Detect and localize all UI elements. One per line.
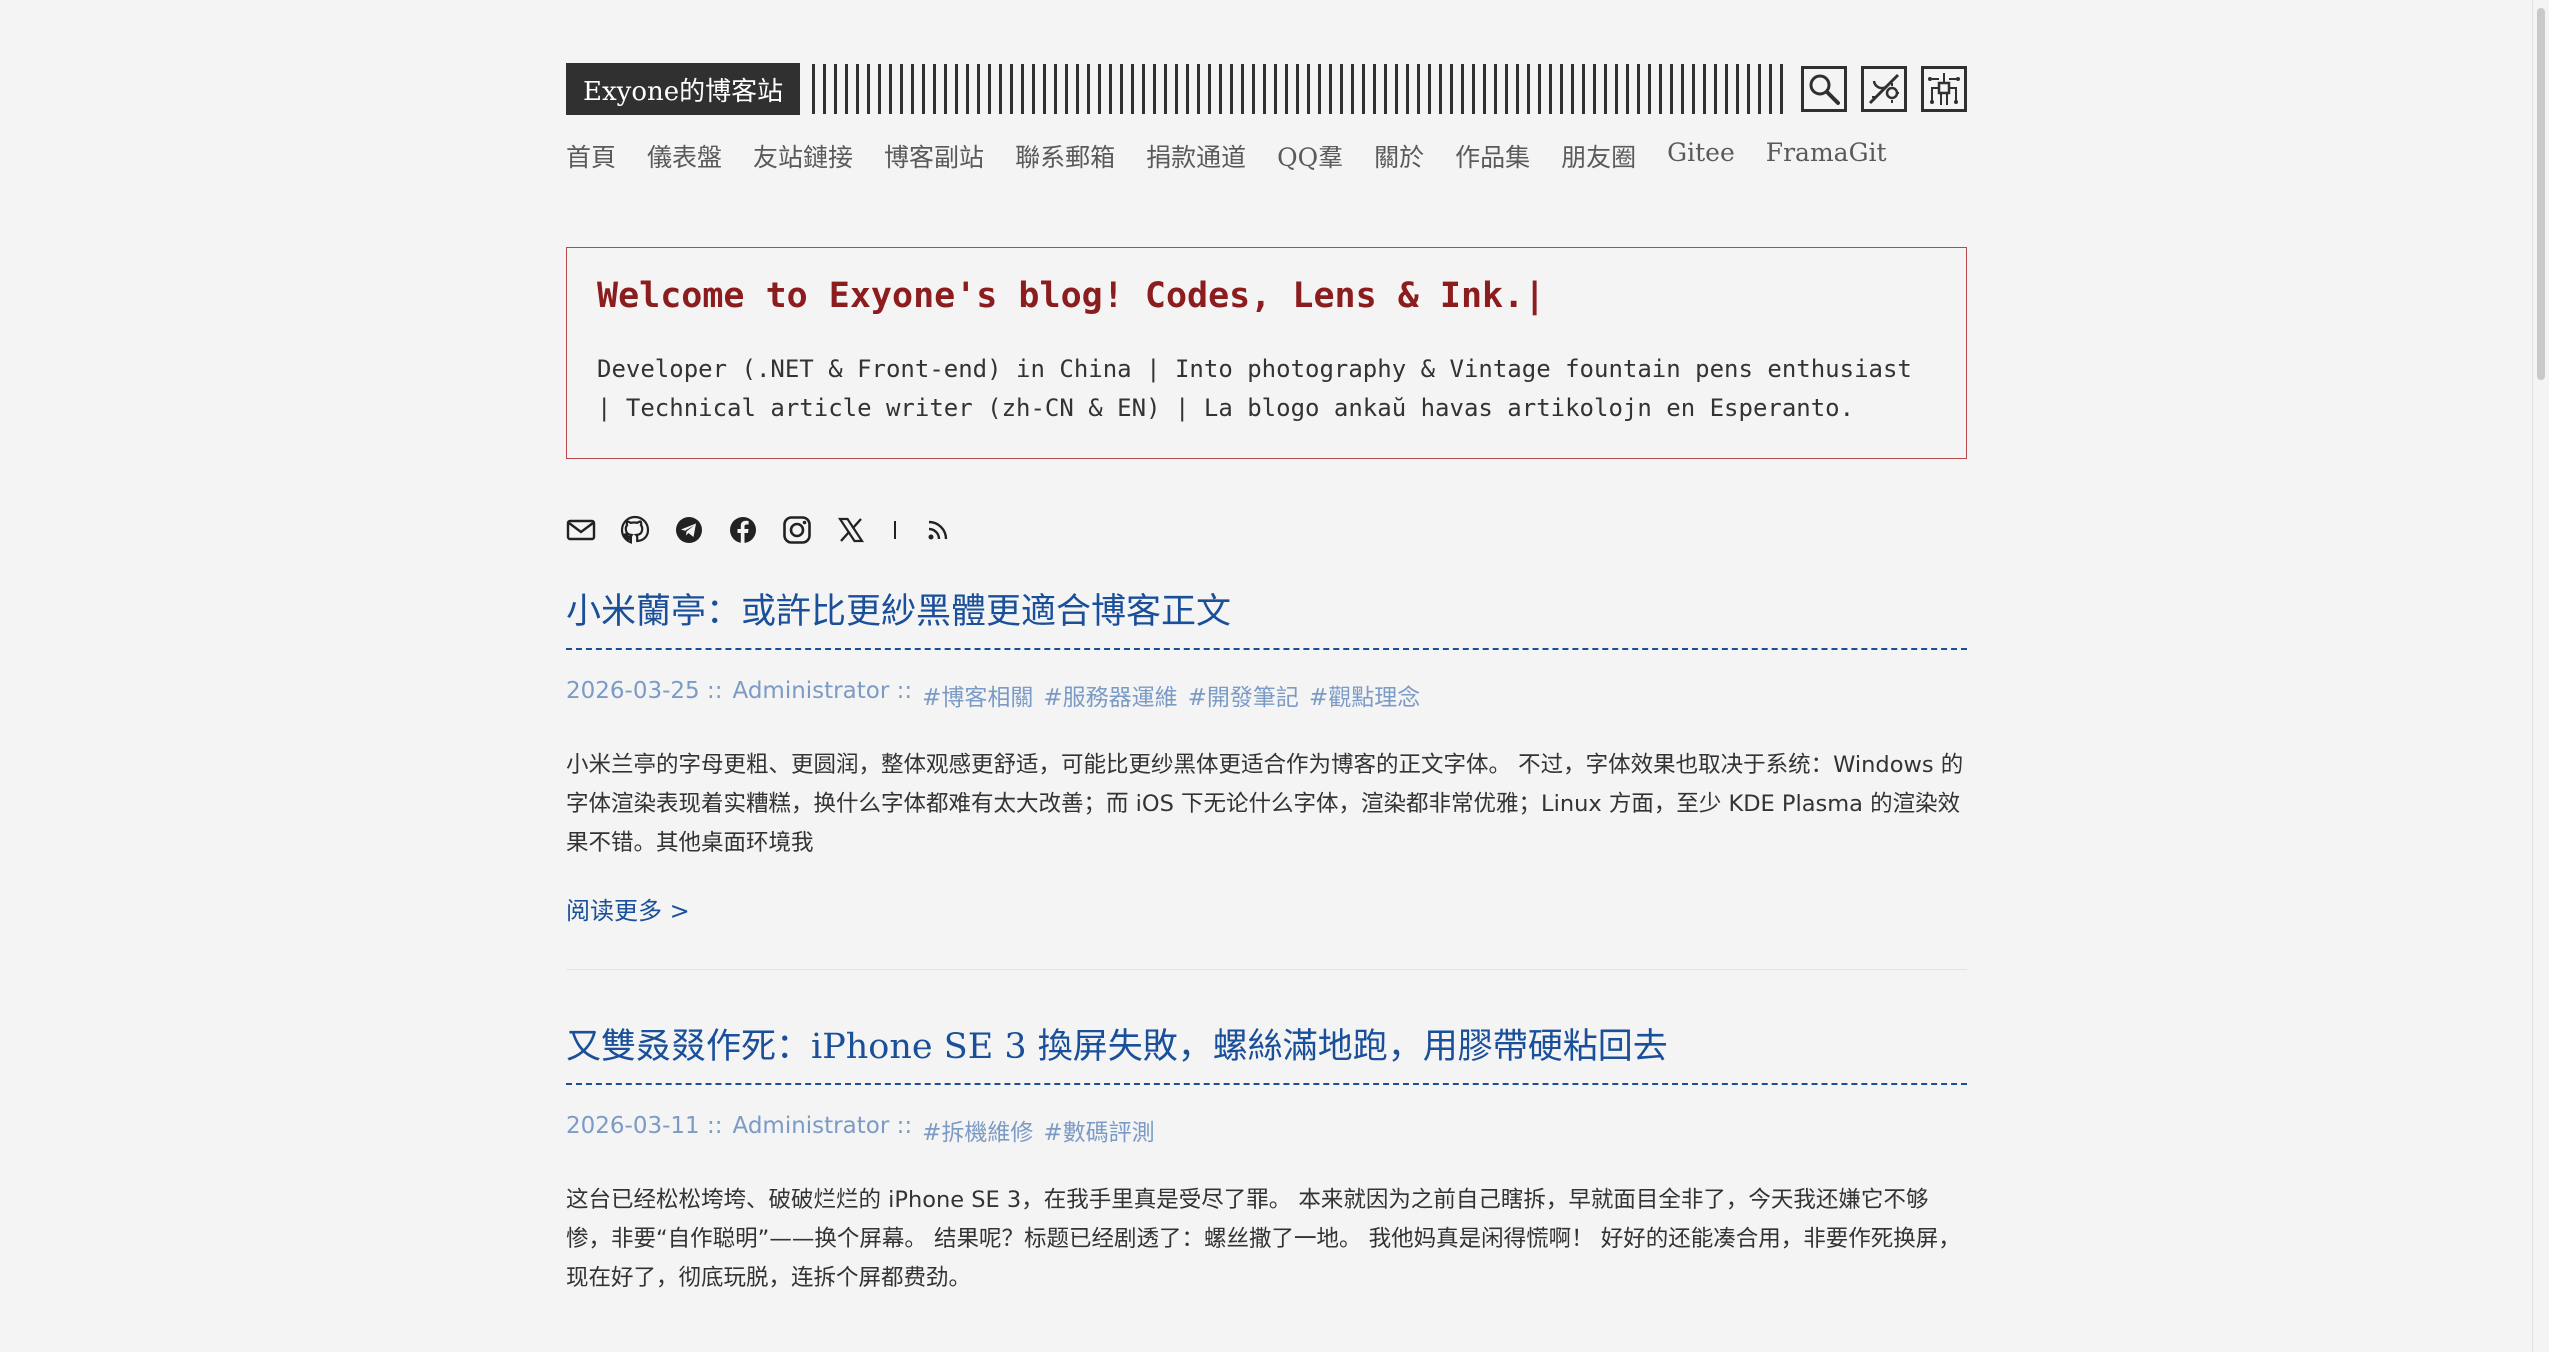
header-stripes [812, 64, 1789, 114]
post-meta: 2026-03-11 :: Administrator :: #拆機維修 #數碼… [566, 1113, 1967, 1147]
post-item: 小米蘭亭：或許比更紗黑體更適合博客正文 2026-03-25 :: Admini… [566, 583, 1967, 970]
nav-item-dashboard[interactable]: 儀表盤 [647, 138, 722, 174]
post-tag[interactable]: #觀點理念 [1309, 678, 1420, 712]
welcome-banner: Welcome to Exyone's blog! Codes, Lens & … [566, 247, 1967, 459]
site-logo[interactable]: Exyone的博客站 [566, 63, 801, 115]
instagram-icon [783, 516, 811, 544]
rss-link[interactable] [924, 516, 952, 544]
nav-item-donate[interactable]: 捐款通道 [1146, 138, 1246, 174]
mail-icon [566, 519, 596, 541]
header-icons [1801, 66, 1967, 112]
post-tag[interactable]: #開發筆記 [1188, 678, 1299, 712]
post-title[interactable]: 小米蘭亭：或許比更紗黑體更適合博客正文 [566, 583, 1967, 650]
welcome-title: Welcome to Exyone's blog! Codes, Lens & … [597, 276, 1546, 316]
nav-item-qq-group[interactable]: QQ羣 [1277, 138, 1343, 174]
social-links [566, 515, 1967, 545]
nav-item-home[interactable]: 首頁 [566, 138, 616, 174]
post-tag[interactable]: #數碼評測 [1043, 1113, 1154, 1147]
post-author[interactable]: Administrator :: [732, 1113, 912, 1147]
post-author[interactable]: Administrator :: [732, 678, 912, 712]
x-icon [837, 517, 865, 543]
rss-icon [928, 520, 948, 540]
instagram-link[interactable] [782, 515, 812, 545]
post-excerpt: 小米兰亭的字母更粗、更圆润，整体观感更舒适，可能比更纱黑体更适合作为博客的正文字… [566, 752, 1964, 856]
post-tag[interactable]: #拆機維修 [922, 1113, 1033, 1147]
page-scrollbar[interactable] [2532, 0, 2549, 1352]
post-title[interactable]: 又雙叒叕作死：iPhone SE 3 換屏失敗，螺絲滿地跑，用膠帶硬粘回去 [566, 1018, 1967, 1085]
search-icon [1809, 74, 1840, 105]
telegram-icon [676, 517, 702, 543]
nav-item-portfolio[interactable]: 作品集 [1455, 138, 1530, 174]
post-item: 又雙叒叕作死：iPhone SE 3 換屏失敗，螺絲滿地跑，用膠帶硬粘回去 20… [566, 1018, 1967, 1298]
circuit-icon [1928, 73, 1960, 105]
nav-item-about[interactable]: 關於 [1374, 138, 1424, 174]
github-link[interactable] [620, 515, 650, 545]
post-date: 2026-03-25 :: [566, 678, 723, 704]
theme-toggle-button[interactable] [1861, 66, 1907, 112]
post-excerpt: 这台已经松松垮垮、破破烂烂的 iPhone SE 3，在我手里真是受尽了罪。 本… [566, 1187, 1961, 1291]
site-header: Exyone的博客站 [566, 61, 1967, 117]
facebook-link[interactable] [728, 515, 758, 545]
search-button[interactable] [1801, 66, 1847, 112]
post-meta: 2026-03-25 :: Administrator :: #博客相關 #服務… [566, 678, 1967, 712]
post-tag[interactable]: #博客相關 [922, 678, 1033, 712]
scrollbar-thumb[interactable] [2537, 8, 2545, 380]
nav-item-sub-blog[interactable]: 博客副站 [884, 138, 984, 174]
post-date: 2026-03-11 :: [566, 1113, 723, 1139]
nav-item-framagit[interactable]: FramaGit [1766, 138, 1887, 174]
x-link[interactable] [836, 515, 866, 545]
social-separator [894, 521, 896, 539]
welcome-description: Developer (.NET & Front-end) in China | … [597, 355, 1912, 422]
page-container: Exyone的博客站 首頁 儀表盤 友站鏈接 博客副站 聯系郵箱 捐款通道 QQ… [566, 0, 1967, 1298]
mail-link[interactable] [566, 515, 596, 545]
nav-item-friend-links[interactable]: 友站鏈接 [753, 138, 853, 174]
nav-item-moments[interactable]: 朋友圈 [1561, 138, 1636, 174]
post-divider [566, 969, 1967, 970]
nav-item-contact-email[interactable]: 聯系郵箱 [1015, 138, 1115, 174]
theme-toggle-icon [1868, 73, 1900, 105]
telegram-link[interactable] [674, 515, 704, 545]
facebook-icon [730, 517, 756, 543]
main-nav: 首頁 儀表盤 友站鏈接 博客副站 聯系郵箱 捐款通道 QQ羣 關於 作品集 朋友… [566, 138, 1967, 174]
circuit-button[interactable] [1921, 66, 1967, 112]
github-icon [620, 515, 650, 544]
post-tag[interactable]: #服務器運維 [1043, 678, 1177, 712]
read-more-link[interactable]: 阅读更多 > [566, 891, 690, 926]
nav-item-gitee[interactable]: Gitee [1667, 138, 1735, 174]
